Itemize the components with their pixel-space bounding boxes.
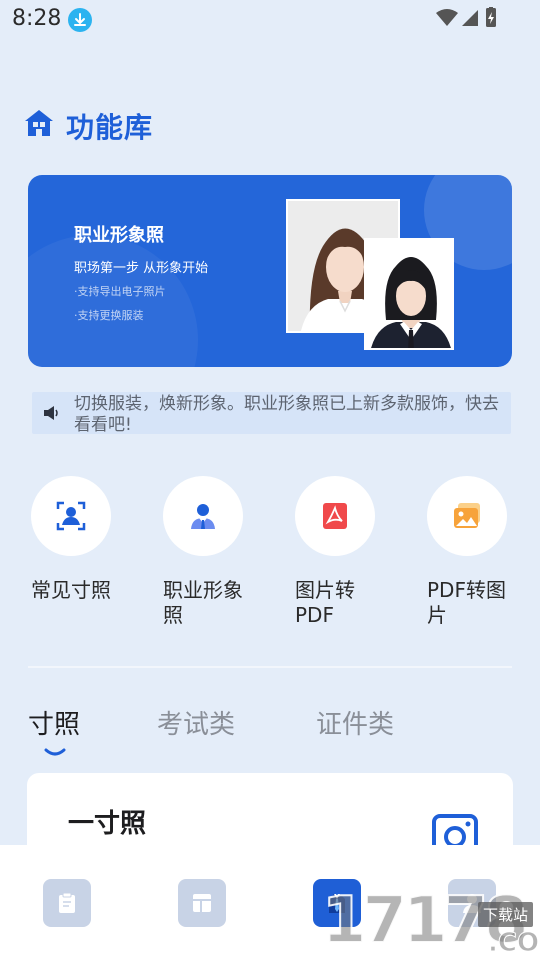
banner-bullet: ·支持导出电子照片 bbox=[74, 285, 166, 298]
home-icon bbox=[25, 110, 53, 136]
tab-exam[interactable]: 考试类 bbox=[157, 704, 235, 741]
notice-text: 切换服装，焕新形象。职业形象照已上新多款服饰，快去看看吧! bbox=[74, 394, 499, 435]
tab-size-photo[interactable]: 寸照 bbox=[28, 704, 80, 741]
status-time: 8:28 bbox=[12, 6, 62, 31]
download-icon bbox=[68, 8, 92, 32]
business-person-icon bbox=[191, 504, 215, 529]
page-header: 功能库 bbox=[24, 106, 324, 146]
tab-certificate[interactable]: 证件类 bbox=[316, 704, 394, 741]
feature-icon-circle[interactable] bbox=[427, 476, 507, 556]
clipboard-icon bbox=[59, 892, 75, 913]
pdf-icon bbox=[323, 503, 347, 529]
feature-icon-circle[interactable] bbox=[31, 476, 111, 556]
banner-subtitle: 职场第一步 从形象开始 bbox=[74, 261, 209, 276]
sample-business-photo bbox=[364, 238, 454, 350]
nav-layout-button[interactable] bbox=[178, 879, 226, 927]
feature-icon-circle[interactable] bbox=[163, 476, 243, 556]
section-divider bbox=[28, 666, 512, 668]
portrait-frame-icon bbox=[56, 501, 86, 531]
feature-label: 常见寸照 bbox=[31, 578, 111, 602]
megaphone-icon bbox=[44, 406, 58, 420]
feature-label: 职业形象照 bbox=[163, 578, 243, 627]
card-title: 一寸照 bbox=[68, 809, 147, 839]
banner-bullet: ·支持更换服装 bbox=[74, 309, 144, 322]
feature-icon-circle[interactable] bbox=[295, 476, 375, 556]
promo-banner[interactable]: 职业形象照 职场第一步 从形象开始 ·支持导出电子照片 ·支持更换服装 bbox=[28, 175, 512, 367]
feature-label: PDF转图片 bbox=[427, 578, 506, 627]
tab-active-indicator bbox=[44, 748, 66, 756]
layout-icon bbox=[193, 894, 211, 912]
banner-title: 职业形象照 bbox=[74, 225, 164, 246]
watermark-suffix: .COM bbox=[488, 928, 540, 959]
banner-decoration bbox=[28, 235, 198, 367]
notice-bar[interactable]: 切换服装，焕新形象。职业形象照已上新多款服饰，快去看看吧! bbox=[32, 392, 511, 435]
status-bar: 8:28 bbox=[0, 0, 540, 40]
page-title: 功能库 bbox=[66, 111, 154, 144]
image-icon bbox=[454, 503, 480, 528]
nav-clipboard-button[interactable] bbox=[43, 879, 91, 927]
feature-label: 图片转PDF bbox=[295, 578, 355, 627]
signal-battery-icons bbox=[436, 7, 496, 27]
watermark-tag: 下载站 bbox=[478, 902, 534, 927]
site-watermark: 17178 下载站 .COM bbox=[321, 878, 540, 960]
